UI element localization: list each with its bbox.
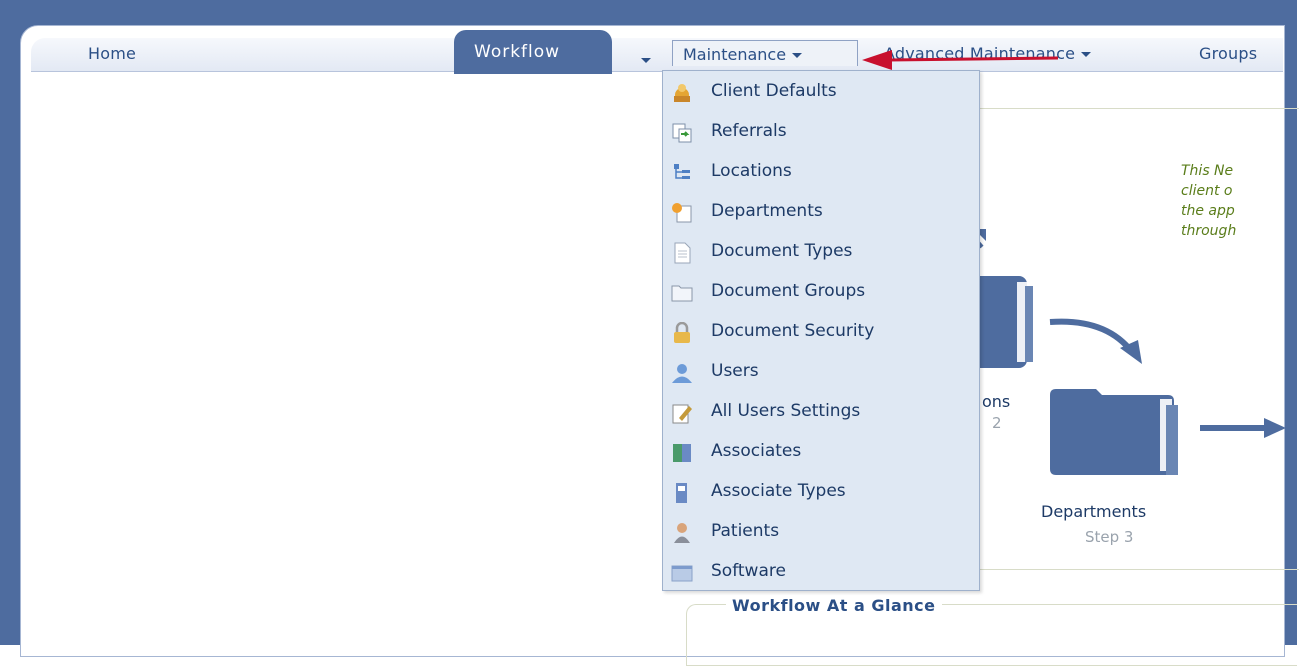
- tab-maintenance[interactable]: Maintenance: [672, 40, 858, 66]
- menu-item-label: Client Defaults: [711, 81, 837, 101]
- menu-item-document-types[interactable]: Document Types: [667, 235, 975, 273]
- user-icon: [672, 364, 692, 383]
- menu-item-label: Document Security: [711, 321, 875, 341]
- settings-icon: [672, 404, 692, 424]
- workflow-glance-title: Workflow At a Glance: [726, 596, 942, 615]
- tab-workflow-label: Workflow: [474, 42, 561, 62]
- flow-arrow-icon: [1049, 318, 1142, 364]
- locations-icon: [674, 164, 690, 179]
- step3-title: Departments: [1041, 502, 1147, 521]
- departments-folder-icon[interactable]: [1050, 385, 1178, 477]
- workflow-description: This Ne client o the app through: [1181, 163, 1237, 239]
- document-types-icon: [674, 242, 691, 264]
- menu-item-label: Users: [711, 361, 759, 381]
- associate-types-icon: [676, 483, 687, 503]
- tab-workflow[interactable]: Workflow: [454, 30, 612, 74]
- menu-item-label: Document Groups: [711, 281, 866, 301]
- step2-subtitle: 2: [992, 414, 1002, 432]
- menu-item-label: Locations: [711, 161, 792, 181]
- associates-icon: [673, 444, 691, 462]
- lock-icon: [674, 322, 690, 343]
- menu-item-associates[interactable]: Associates: [667, 435, 975, 473]
- menu-item-label: Software: [711, 561, 786, 581]
- menu-item-locations[interactable]: Locations: [667, 155, 975, 193]
- nav-tabbar: [31, 38, 1283, 72]
- menu-item-document-security[interactable]: Document Security: [667, 315, 975, 353]
- menu-item-departments[interactable]: Departments: [667, 195, 975, 233]
- referrals-icon: [672, 123, 692, 143]
- tab-groups[interactable]: Groups: [1199, 44, 1257, 63]
- annotation-arrow-icon: [862, 50, 1059, 70]
- menu-item-label: All Users Settings: [711, 401, 861, 421]
- chevron-down-icon: [1081, 52, 1092, 57]
- menu-item-label: Patients: [711, 521, 780, 541]
- flow-arrow-icon: [1200, 418, 1286, 438]
- maintenance-dropdown-menu: Client Defaults Referrals Locations Depa…: [662, 70, 980, 591]
- tab-home[interactable]: Home: [88, 44, 136, 63]
- software-icon: [671, 565, 693, 582]
- menu-item-all-users-settings[interactable]: All Users Settings: [667, 395, 975, 433]
- workflow-dropdown-caret-icon[interactable]: [641, 58, 651, 63]
- step3-subtitle: Step 3: [1085, 528, 1134, 546]
- menu-item-label: Departments: [711, 201, 823, 221]
- patient-icon: [674, 523, 690, 543]
- menu-item-software[interactable]: Software: [667, 555, 975, 593]
- departments-icon: [672, 203, 692, 223]
- menu-item-referrals[interactable]: Referrals: [667, 115, 975, 153]
- menu-item-label: Document Types: [711, 241, 853, 261]
- tab-maintenance-label: Maintenance: [683, 45, 787, 64]
- menu-item-users[interactable]: Users: [667, 355, 975, 393]
- menu-item-associate-types[interactable]: Associate Types: [667, 475, 975, 513]
- menu-item-client-defaults[interactable]: Client Defaults: [667, 75, 975, 113]
- document-groups-icon: [671, 285, 693, 302]
- client-defaults-icon: [674, 84, 690, 102]
- menu-item-label: Associate Types: [711, 481, 846, 501]
- chevron-down-icon: [792, 53, 803, 58]
- menu-item-label: Referrals: [711, 121, 787, 141]
- step2-title: ons: [982, 392, 1011, 411]
- menu-item-document-groups[interactable]: Document Groups: [667, 275, 975, 313]
- menu-item-label: Associates: [711, 441, 802, 461]
- menu-item-patients[interactable]: Patients: [667, 515, 975, 553]
